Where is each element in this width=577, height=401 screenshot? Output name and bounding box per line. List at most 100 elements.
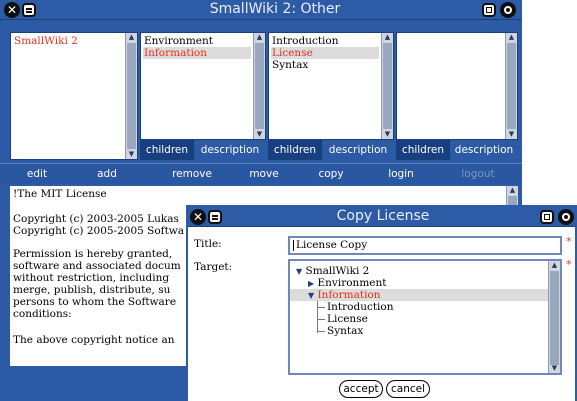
tree-node-label: Environment — [317, 277, 387, 289]
scroll-up-arrow[interactable]: ▲ — [126, 33, 137, 42]
close-icon[interactable]: ✕ — [4, 2, 20, 18]
target-label: Target: — [194, 261, 233, 273]
cancel-button[interactable]: cancel — [386, 380, 430, 398]
menu-icon-line — [26, 11, 32, 13]
move-button[interactable]: move — [234, 164, 294, 184]
scroll-down-arrow[interactable]: ▼ — [126, 150, 137, 159]
column-scrollbar[interactable]: ▲ ▼ — [381, 33, 393, 139]
action-bar: edit add remove move copy login logout — [0, 163, 522, 184]
menu-icon-line — [26, 8, 32, 10]
content-line: merge, publish, distribute, su — [13, 284, 171, 296]
copy-dialog: ✕ Copy License Title: License Copy * Tar… — [186, 205, 577, 401]
remove-button[interactable]: remove — [150, 164, 234, 184]
scroll-down-arrow[interactable]: ▼ — [382, 130, 393, 139]
scroll-up-arrow[interactable]: ▲ — [382, 33, 393, 42]
scroll-thumb[interactable] — [550, 271, 559, 365]
close-icon[interactable]: ✕ — [190, 209, 206, 225]
collapse-icon-square — [486, 7, 492, 13]
add-button[interactable]: add — [80, 164, 134, 184]
scroll-down-arrow[interactable]: ▼ — [506, 130, 517, 139]
login-button[interactable]: login — [370, 164, 432, 184]
expand-icon-ring — [562, 213, 570, 221]
tree-connector — [317, 307, 325, 308]
tab-bar: children description — [268, 140, 394, 160]
content-line: persons to whom the Software — [13, 296, 177, 308]
tree-connector — [317, 331, 325, 332]
tree-expand-icon[interactable]: ▼ — [308, 291, 314, 300]
tree-expand-icon[interactable]: ▶ — [308, 279, 314, 288]
column-grandchildren[interactable]: Introduction License Syntax ▲ ▼ — [268, 32, 394, 140]
column-scrollbar[interactable]: ▲ ▼ — [125, 33, 137, 159]
column-empty[interactable]: ▲ ▼ — [396, 32, 518, 140]
tab-bar: children description — [396, 140, 518, 160]
scroll-thumb[interactable] — [255, 43, 264, 129]
column-children[interactable]: Environment Information ▲ ▼ — [140, 32, 266, 140]
column-item[interactable]: Information — [143, 47, 251, 59]
collapse-icon-square — [544, 214, 550, 220]
collapse-icon[interactable] — [482, 3, 496, 17]
content-line: Permission is hereby granted, — [13, 248, 173, 260]
content-line: conditions: — [13, 308, 72, 320]
content-line: !The MIT License — [13, 188, 107, 200]
tree-connector — [317, 319, 325, 320]
required-marker: * — [566, 258, 572, 271]
main-title-bar[interactable]: ✕ SmallWiki 2: Other — [0, 0, 522, 20]
column-item[interactable]: Syntax — [271, 59, 379, 71]
tree-scrollbar[interactable]: ▲ ▼ — [548, 261, 560, 373]
title-label: Title: — [194, 238, 222, 250]
scroll-down-arrow[interactable]: ▼ — [254, 130, 265, 139]
tree-node-label: Information — [317, 289, 381, 301]
content-line: The above copyright notice an — [13, 334, 175, 346]
column-scrollbar[interactable]: ▲ ▼ — [505, 33, 517, 139]
expand-icon-ring — [504, 6, 512, 14]
logout-button: logout — [461, 168, 495, 180]
content-line: without restriction, including — [13, 272, 170, 284]
collapse-icon[interactable] — [540, 210, 554, 224]
required-marker: * — [566, 235, 572, 248]
content-line: Copyright (c) 2003-2005 Lukas — [13, 213, 179, 225]
scroll-up-arrow[interactable]: ▲ — [506, 33, 517, 42]
column-item[interactable]: SmallWiki 2 — [13, 35, 123, 47]
title-input-value: License Copy — [296, 239, 368, 251]
menu-icon[interactable] — [208, 210, 222, 224]
copy-button[interactable]: copy — [300, 164, 362, 184]
tab-description[interactable]: description — [194, 140, 266, 160]
tree-node-label: SmallWiki 2 — [305, 265, 370, 277]
text-caret — [293, 240, 294, 251]
column-root[interactable]: SmallWiki 2 ▲ ▼ — [10, 32, 138, 160]
scroll-down-arrow[interactable]: ▼ — [549, 364, 560, 373]
tree-expand-icon[interactable]: ▼ — [296, 267, 302, 276]
tab-description[interactable]: description — [322, 140, 394, 160]
column-item[interactable]: Environment — [143, 35, 251, 47]
tab-bar: children description — [140, 140, 266, 160]
accept-button[interactable]: accept — [339, 380, 383, 398]
scroll-up-arrow[interactable]: ▲ — [549, 261, 560, 270]
menu-icon-line — [212, 218, 218, 220]
expand-icon[interactable] — [558, 209, 574, 225]
target-tree[interactable]: ▼ SmallWiki 2 ▶ Environment ▼ Informatio… — [288, 259, 562, 375]
tab-children[interactable]: children — [396, 140, 450, 160]
column-item[interactable]: Introduction — [271, 35, 379, 47]
column-item[interactable]: License — [271, 47, 379, 59]
tree-node[interactable]: Introduction — [327, 301, 394, 313]
content-line: Copyright (c) 2005-2005 Softwa — [13, 225, 185, 237]
dialog-title-bar[interactable]: ✕ Copy License — [188, 207, 575, 227]
expand-icon[interactable] — [500, 2, 516, 18]
menu-icon[interactable] — [22, 3, 36, 17]
window-title: SmallWiki 2: Other — [209, 1, 341, 17]
tab-children[interactable]: children — [140, 140, 194, 160]
scroll-thumb[interactable] — [507, 43, 516, 129]
scroll-up-arrow[interactable]: ▲ — [507, 186, 518, 195]
column-scrollbar[interactable]: ▲ ▼ — [253, 33, 265, 139]
scroll-thumb[interactable] — [127, 43, 136, 149]
tab-children[interactable]: children — [268, 140, 322, 160]
tree-connector — [317, 301, 318, 333]
tree-node[interactable]: Syntax — [327, 325, 363, 337]
edit-button[interactable]: edit — [10, 164, 64, 184]
scroll-thumb[interactable] — [383, 43, 392, 129]
tab-description[interactable]: description — [450, 140, 518, 160]
title-input[interactable]: License Copy — [288, 236, 562, 255]
tree-node[interactable]: License — [327, 313, 368, 325]
menu-icon-line — [212, 215, 218, 217]
scroll-up-arrow[interactable]: ▲ — [254, 33, 265, 42]
